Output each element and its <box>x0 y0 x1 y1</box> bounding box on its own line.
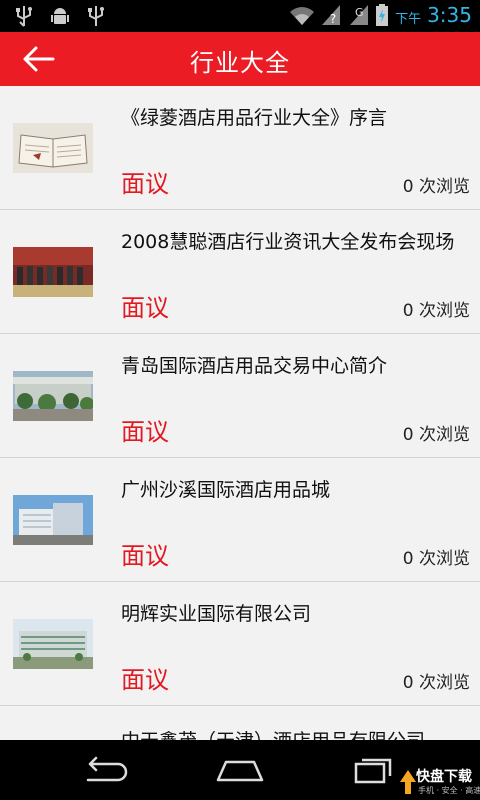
wifi-icon <box>290 7 315 25</box>
page-title: 行业大全 <box>190 49 290 77</box>
download-logo-icon <box>400 770 416 794</box>
trade-center-building-image <box>13 371 93 421</box>
status-bar-system: ? G 下午 3:35 <box>289 3 472 27</box>
item-title: 明辉实业国际有限公司 <box>121 603 312 625</box>
svg-text:?: ? <box>330 12 336 26</box>
usb-icon <box>88 6 104 26</box>
item-price: 面议 <box>121 666 169 694</box>
hotel-supplies-city-image <box>13 495 93 545</box>
item-view-count: 0 次浏览 <box>402 425 470 445</box>
open-book-image <box>13 123 93 173</box>
status-ampm: 下午 <box>395 11 422 27</box>
item-price: 面议 <box>121 294 169 322</box>
usb-icon <box>16 6 32 27</box>
status-clock: 3:35 <box>427 3 472 27</box>
item-title: 《绿菱酒店用品行业大全》序言 <box>121 107 388 129</box>
list-item[interactable]: 广州沙溪国际酒店用品城 面议 0 次浏览 <box>0 458 480 582</box>
item-price: 面议 <box>121 170 169 198</box>
list-item[interactable]: 青岛国际酒店用品交易中心简介 面议 0 次浏览 <box>0 334 480 458</box>
item-price: 面议 <box>121 542 169 570</box>
item-price: 面议 <box>121 418 169 446</box>
battery-charging-icon <box>376 4 389 26</box>
list-item[interactable]: 明辉实业国际有限公司 面议 0 次浏览 <box>0 582 480 706</box>
watermark-logo: 快盘下载 手机 · 安全 · 高速 <box>398 766 480 800</box>
watermark-main-text: 快盘下载 <box>416 769 472 785</box>
list-item[interactable]: 2008慧聪酒店行业资讯大全发布会现场 面议 0 次浏览 <box>0 210 480 334</box>
recents-nav-icon[interactable] <box>346 754 402 786</box>
home-nav-icon[interactable] <box>212 754 268 786</box>
app-bar: 行业大全 <box>0 32 480 86</box>
list-item[interactable]: 中天鑫茂（天津）酒店用品有限公司 <box>0 706 480 740</box>
item-title: 广州沙溪国际酒店用品城 <box>121 479 331 501</box>
item-title: 中天鑫茂（天津）酒店用品有限公司 <box>121 729 468 740</box>
svg-text:G: G <box>355 6 364 19</box>
conference-stage-image <box>13 247 93 297</box>
status-bar-notifications <box>14 5 106 27</box>
company-building-image <box>13 619 93 669</box>
navigation-bar: 快盘下载 手机 · 安全 · 高速 <box>0 740 480 800</box>
item-title: 青岛国际酒店用品交易中心简介 <box>121 355 388 377</box>
item-view-count: 0 次浏览 <box>402 673 470 693</box>
list-item[interactable]: 《绿菱酒店用品行业大全》序言 面议 0 次浏览 <box>0 86 480 210</box>
industry-list[interactable]: 《绿菱酒店用品行业大全》序言 面议 0 次浏览 2008慧聪酒店行业资讯大全发布… <box>0 86 480 740</box>
signal-g-icon: G <box>350 5 369 25</box>
item-title: 2008慧聪酒店行业资讯大全发布会现场 <box>121 231 455 253</box>
android-debug-icon <box>51 8 69 24</box>
item-view-count: 0 次浏览 <box>402 549 470 569</box>
status-bar: ? G 下午 3:35 <box>0 0 480 32</box>
item-view-count: 0 次浏览 <box>402 177 470 197</box>
signal-unknown-icon: ? <box>322 5 341 26</box>
back-nav-icon[interactable] <box>78 754 134 786</box>
watermark-sub-text: 手机 · 安全 · 高速 <box>418 786 480 795</box>
item-view-count: 0 次浏览 <box>402 301 470 321</box>
